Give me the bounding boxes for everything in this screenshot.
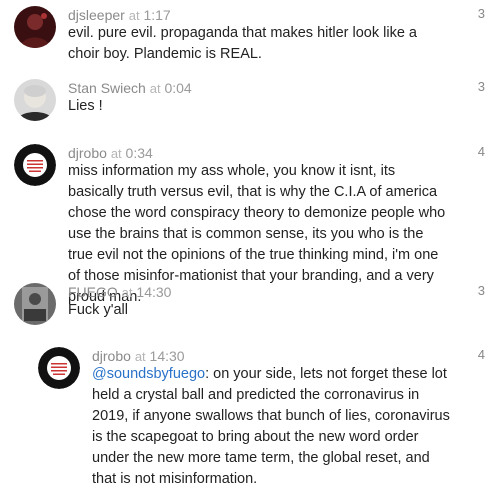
- comment-1: djsleeper at 1:17 evil. pure evil. propa…: [14, 6, 489, 66]
- avatar[interactable]: [14, 79, 56, 121]
- avatar[interactable]: [14, 283, 56, 325]
- timestamp[interactable]: 14:30: [150, 348, 185, 364]
- reply-text: : on your side, lets not forget these lo…: [92, 366, 450, 487]
- reply-count: 3: [477, 79, 485, 94]
- comment-2: Stan Swiech at 0:04 Lies ! 3: [14, 79, 489, 129]
- username[interactable]: Stan Swiech: [68, 80, 146, 96]
- reply-count: 3: [477, 283, 485, 298]
- reply-count: 4: [477, 144, 485, 159]
- at-label: at: [149, 81, 161, 96]
- timestamp[interactable]: 1:17: [143, 7, 170, 23]
- user-mention-link[interactable]: @soundsbyfuego: [92, 366, 205, 382]
- at-label: at: [110, 146, 122, 161]
- reply-count: 4: [477, 347, 485, 362]
- timestamp[interactable]: 14:30: [136, 284, 171, 300]
- timestamp[interactable]: 0:34: [126, 145, 153, 161]
- timestamp[interactable]: 0:04: [164, 80, 191, 96]
- at-label: at: [121, 285, 133, 300]
- comment-text: @soundsbyfuego: on your side, lets not f…: [92, 364, 452, 490]
- username[interactable]: djsleeper: [68, 7, 125, 23]
- comment-4: FUEGO at 14:30 Fuck y'all 3: [14, 283, 489, 333]
- username[interactable]: FUEGO: [68, 284, 118, 300]
- at-label: at: [128, 8, 140, 23]
- at-label: at: [134, 349, 146, 364]
- username[interactable]: djrobo: [92, 348, 131, 364]
- comment-3: djrobo at 0:34 miss information my ass w…: [14, 144, 489, 305]
- avatar[interactable]: [38, 347, 80, 389]
- comment-5-reply: djrobo at 14:30 @soundsbyfuego: on your …: [38, 347, 489, 487]
- avatar[interactable]: [14, 144, 56, 186]
- comment-text: Lies !: [68, 98, 103, 114]
- comment-text: Fuck y'all: [68, 302, 128, 318]
- reply-count: 3: [477, 6, 485, 21]
- comment-text: evil. pure evil. propaganda that makes h…: [68, 25, 417, 62]
- username[interactable]: djrobo: [68, 145, 107, 161]
- avatar[interactable]: [14, 6, 56, 48]
